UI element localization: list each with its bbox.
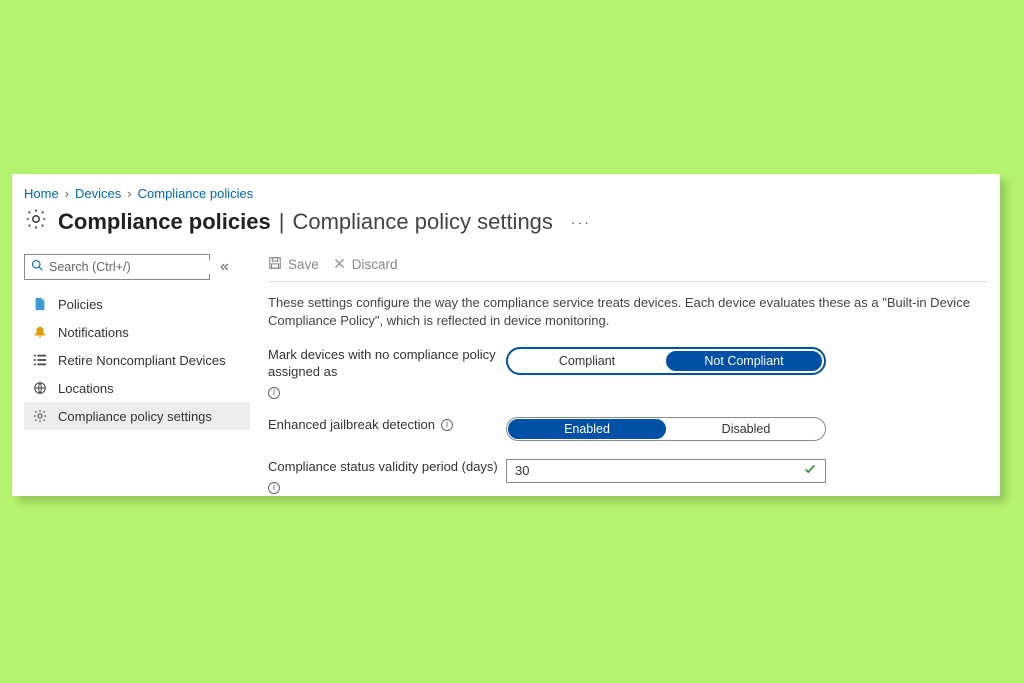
breadcrumb-devices[interactable]: Devices: [75, 186, 121, 201]
info-icon[interactable]: i: [441, 419, 453, 431]
sidebar-item-retire-noncompliant[interactable]: Retire Noncompliant Devices: [24, 346, 250, 374]
gear-icon: [32, 408, 48, 424]
more-actions-button[interactable]: ···: [571, 214, 591, 230]
setting-label: Enhanced jailbreak detection: [268, 417, 435, 434]
segmented-jailbreak: Enabled Disabled: [506, 417, 826, 441]
sidebar-item-label: Policies: [58, 297, 103, 312]
list-icon: [32, 352, 48, 368]
save-button[interactable]: Save: [268, 256, 319, 273]
page-title: Compliance policies | Compliance policy …: [58, 209, 553, 235]
setting-label: Mark devices with no compliance policy a…: [268, 347, 506, 381]
setting-row-jailbreak: Enhanced jailbreak detection i Enabled D…: [268, 417, 988, 441]
close-icon: [333, 257, 346, 273]
breadcrumb-compliance-policies[interactable]: Compliance policies: [138, 186, 254, 201]
option-enabled[interactable]: Enabled: [507, 418, 667, 440]
info-icon[interactable]: i: [268, 482, 280, 494]
option-compliant[interactable]: Compliant: [509, 350, 665, 372]
breadcrumb: Home › Devices › Compliance policies: [24, 186, 988, 201]
search-input-wrapper[interactable]: [24, 254, 210, 280]
validity-value: 30: [515, 463, 529, 478]
search-input[interactable]: [49, 260, 210, 274]
collapse-sidebar-button[interactable]: «: [220, 258, 229, 276]
discard-button[interactable]: Discard: [333, 257, 398, 273]
settings-panel: Home › Devices › Compliance policies Com…: [12, 174, 1000, 496]
chevron-right-icon: ›: [127, 186, 131, 201]
chevron-right-icon: ›: [65, 186, 69, 201]
checkmark-icon: [803, 462, 817, 479]
sidebar-item-policies[interactable]: Policies: [24, 290, 250, 318]
segmented-mark-devices: Compliant Not Compliant: [506, 347, 826, 375]
sidebar-item-notifications[interactable]: Notifications: [24, 318, 250, 346]
sidebar-item-compliance-policy-settings[interactable]: Compliance policy settings: [24, 402, 250, 430]
setting-label: Compliance status validity period (days): [268, 459, 498, 476]
search-icon: [31, 258, 43, 276]
save-icon: [268, 256, 282, 273]
sidebar-item-label: Retire Noncompliant Devices: [58, 353, 226, 368]
option-disabled[interactable]: Disabled: [667, 418, 825, 440]
sidebar: « Policies Notifications Retire Noncompl…: [24, 254, 250, 512]
page-title-row: Compliance policies | Compliance policy …: [24, 207, 988, 236]
breadcrumb-home[interactable]: Home: [24, 186, 59, 201]
sidebar-item-label: Locations: [58, 381, 114, 396]
validity-period-input[interactable]: 30: [506, 459, 826, 483]
sidebar-item-label: Notifications: [58, 325, 129, 340]
bell-icon: [32, 324, 48, 340]
toolbar: Save Discard: [268, 254, 988, 282]
main-content: Save Discard These settings configure th…: [268, 254, 988, 512]
info-icon[interactable]: i: [268, 387, 280, 399]
option-not-compliant[interactable]: Not Compliant: [665, 350, 823, 372]
document-icon: [32, 296, 48, 312]
setting-row-validity-period: Compliance status validity period (days)…: [268, 459, 988, 494]
globe-icon: [32, 380, 48, 396]
sidebar-item-locations[interactable]: Locations: [24, 374, 250, 402]
setting-row-mark-devices: Mark devices with no compliance policy a…: [268, 347, 988, 399]
description-text: These settings configure the way the com…: [268, 294, 988, 329]
sidebar-item-label: Compliance policy settings: [58, 409, 212, 424]
gear-icon: [24, 207, 48, 236]
